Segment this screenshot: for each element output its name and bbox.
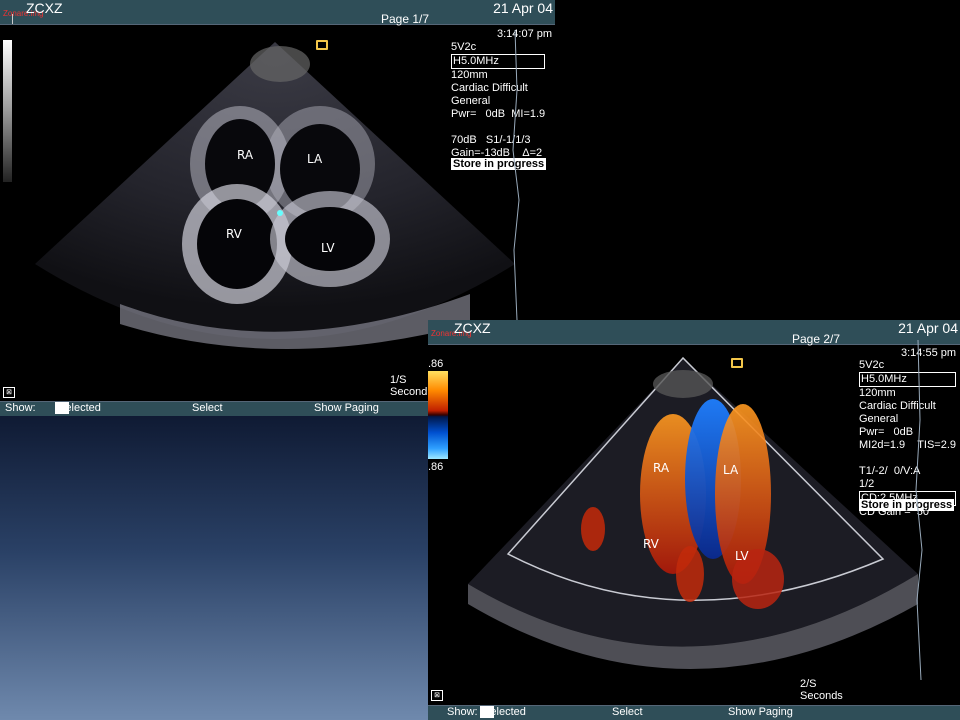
orientation-marker-icon bbox=[316, 40, 328, 50]
title-bar: Zonare.img ZCXZ Page 1/7 21 Apr 04 bbox=[0, 0, 555, 26]
select-button[interactable]: Select bbox=[192, 402, 223, 414]
store-status: Store in progress bbox=[859, 499, 955, 511]
freeze-icon[interactable]: ⊠ bbox=[3, 387, 15, 398]
exam-date: 21 Apr 04 bbox=[898, 320, 958, 336]
sweep-speed-value: 1/S bbox=[390, 374, 407, 386]
bottom-toolbar: Show: All/Selected Select Show Paging bbox=[428, 705, 960, 720]
sweep-speed-unit: Seconds bbox=[800, 690, 843, 702]
depth-tick bbox=[12, 14, 13, 24]
ultrasound-frame-2[interactable]: Zonare.img ZCXZ Page 2/7 21 Apr 04 .86 .… bbox=[428, 320, 960, 720]
show-paging-button[interactable]: Show Paging bbox=[728, 706, 793, 718]
show-paging-button[interactable]: Show Paging bbox=[314, 402, 379, 414]
freeze-icon[interactable]: ⊠ bbox=[431, 690, 443, 701]
label-ra: RA bbox=[653, 461, 670, 475]
label-lv: LV bbox=[321, 241, 335, 255]
show-selected-button[interactable]: /Selected bbox=[55, 402, 101, 414]
show-label: Show: bbox=[447, 706, 478, 718]
show-selected-button[interactable]: /Selected bbox=[480, 706, 526, 718]
label-rv: RV bbox=[226, 227, 242, 241]
label-lv: LV bbox=[735, 549, 749, 563]
patient-id: ZCXZ bbox=[26, 0, 63, 16]
patient-id: ZCXZ bbox=[454, 320, 491, 336]
label-ra: RA bbox=[237, 148, 254, 162]
sweep-speed-value: 2/S bbox=[800, 678, 817, 690]
label-la: LA bbox=[307, 152, 323, 166]
title-bar: Zonare.img ZCXZ Page 2/7 21 Apr 04 bbox=[428, 320, 960, 346]
ecg-trace bbox=[512, 30, 520, 320]
show-label: Show: bbox=[5, 402, 36, 414]
select-button[interactable]: Select bbox=[612, 706, 643, 718]
sweep-speed-unit: Second bbox=[390, 386, 428, 398]
orientation-marker-icon bbox=[731, 358, 743, 368]
exam-date: 21 Apr 04 bbox=[493, 0, 553, 16]
ecg-trace bbox=[915, 340, 923, 680]
label-rv: RV bbox=[643, 537, 659, 551]
label-la: LA bbox=[723, 463, 739, 477]
